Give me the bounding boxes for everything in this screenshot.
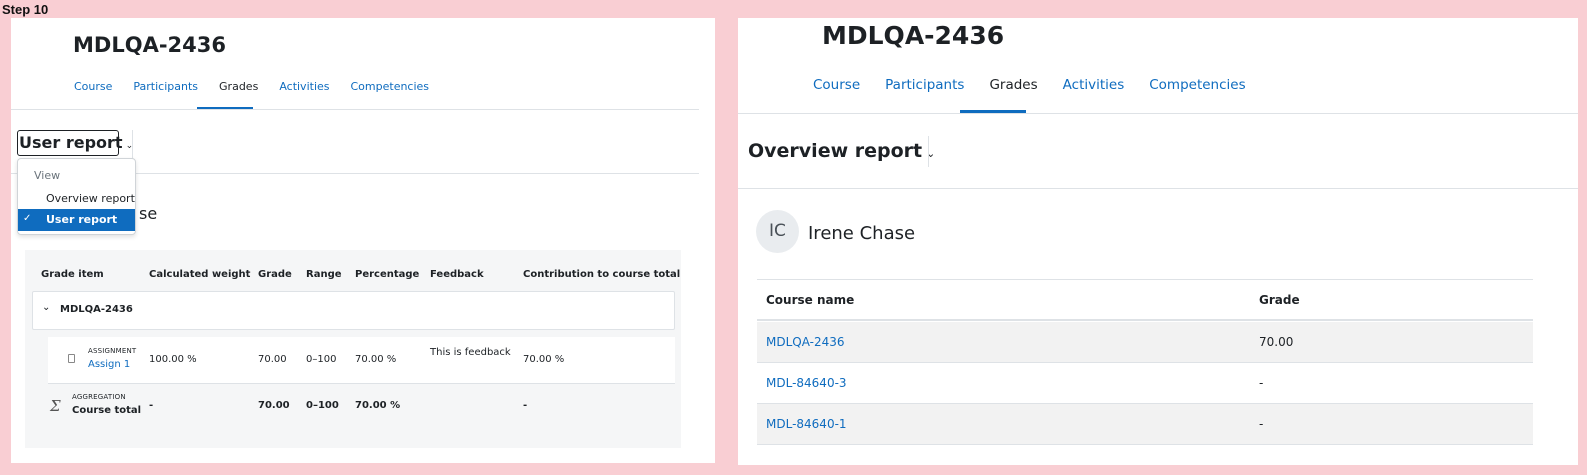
col-header-range: Range [306,269,342,280]
tab-grades[interactable]: Grades [219,80,258,93]
overview-report-panel: MDLQA-2436 Course Participants Grades Ac… [738,18,1578,465]
table-row: ASSIGNMENT Assign 1 100.00 % 70.00 0–100… [48,337,675,383]
toolbar-separator [132,130,133,160]
col-header-contribution: Contribution to course total [523,269,681,280]
tabs-divider [738,113,1578,114]
menu-item-label: Overview report [46,192,135,205]
menu-item-overview-report[interactable]: Overview report [18,188,135,210]
menu-header: View [34,169,61,182]
table-row: MDLQA-2436 70.00 [757,322,1533,363]
contribution-value: 70.00 % [523,354,565,365]
menu-item-label: User report [46,213,118,226]
course-total-label: Course total [72,405,142,416]
course-nav-tabs: Course Participants Grades Activities Co… [74,80,450,93]
total-type-label: AGGREGATION [72,393,126,401]
tab-course[interactable]: Course [74,80,112,93]
col-header-grade: Grade [1259,293,1300,307]
item-type-label: ASSIGNMENT [88,347,137,355]
calculated-weight: 100.00 % [149,354,197,365]
user-name-partial: se [139,204,158,223]
col-header-calculated-weight: Calculated weight [149,269,251,280]
category-name: MDLQA-2436 [60,304,133,315]
sigma-icon: Σ [50,397,61,415]
range-value: 0–100 [306,354,337,365]
page-title: MDLQA-2436 [822,21,1005,50]
tab-activities[interactable]: Activities [1063,77,1125,93]
course-nav-tabs: Course Participants Grades Activities Co… [813,77,1271,93]
row-divider [48,383,675,384]
grade-value: - [1259,376,1264,390]
total-contribution: - [523,400,528,411]
collapse-chevron-icon[interactable]: ⌄ [42,302,50,313]
grade-value: - [1259,417,1264,431]
report-title: Overview report [748,140,923,162]
course-link[interactable]: MDL-84640-3 [766,376,847,390]
user-name: Irene Chase [808,223,916,244]
menu-item-user-report[interactable]: ✓ User report [18,209,135,231]
report-selector-button[interactable]: User report ⌄ [17,130,133,156]
table-header: Course name Grade [757,279,1533,321]
grade-value: 70.00 [1259,335,1294,349]
course-link[interactable]: MDLQA-2436 [766,335,845,349]
tab-competencies[interactable]: Competencies [1149,77,1245,93]
course-link[interactable]: MDL-84640-1 [766,417,847,431]
grade-value: 70.00 [258,354,287,365]
tab-participants[interactable]: Participants [885,77,964,93]
toolbar-divider [738,188,1578,189]
col-header-grade-item: Grade item [41,269,104,280]
tab-competencies[interactable]: Competencies [351,80,430,93]
total-range: 0–100 [306,400,339,411]
avatar: IC [756,210,799,253]
col-header-percentage: Percentage [355,269,420,280]
check-icon: ✓ [23,213,32,224]
table-row: MDL-84640-3 - [757,363,1533,404]
col-header-course-name: Course name [766,293,855,307]
page-title: MDLQA-2436 [73,33,226,57]
toolbar-separator [928,136,929,167]
percentage-value: 70.00 % [355,354,397,365]
tab-activities[interactable]: Activities [279,80,329,93]
tabs-divider [11,109,699,110]
report-selector-menu: View Overview report ✓ User report [17,158,136,235]
feedback-value: This is feedback [430,347,511,358]
grade-item-link[interactable]: Assign 1 [88,359,130,370]
assignment-icon [68,354,75,363]
total-percentage: 70.00 % [355,400,401,411]
course-category-row: ⌄ MDLQA-2436 [32,291,675,330]
total-weight: - [149,400,154,411]
tab-participants[interactable]: Participants [133,80,198,93]
col-header-feedback: Feedback [430,269,484,280]
col-header-grade: Grade [258,269,292,280]
grade-table: Grade item Calculated weight Grade Range… [25,250,681,448]
table-row: MDL-84640-1 - [757,404,1533,445]
step-label: Step 10 [2,2,49,17]
report-selector-label: User report [19,133,123,152]
total-grade: 70.00 [258,400,290,411]
tab-course[interactable]: Course [813,77,860,93]
user-report-panel: MDLQA-2436 Course Participants Grades Ac… [11,18,715,463]
report-selector-button[interactable]: Overview report ⌄ [748,140,935,162]
tab-grades[interactable]: Grades [989,77,1037,93]
